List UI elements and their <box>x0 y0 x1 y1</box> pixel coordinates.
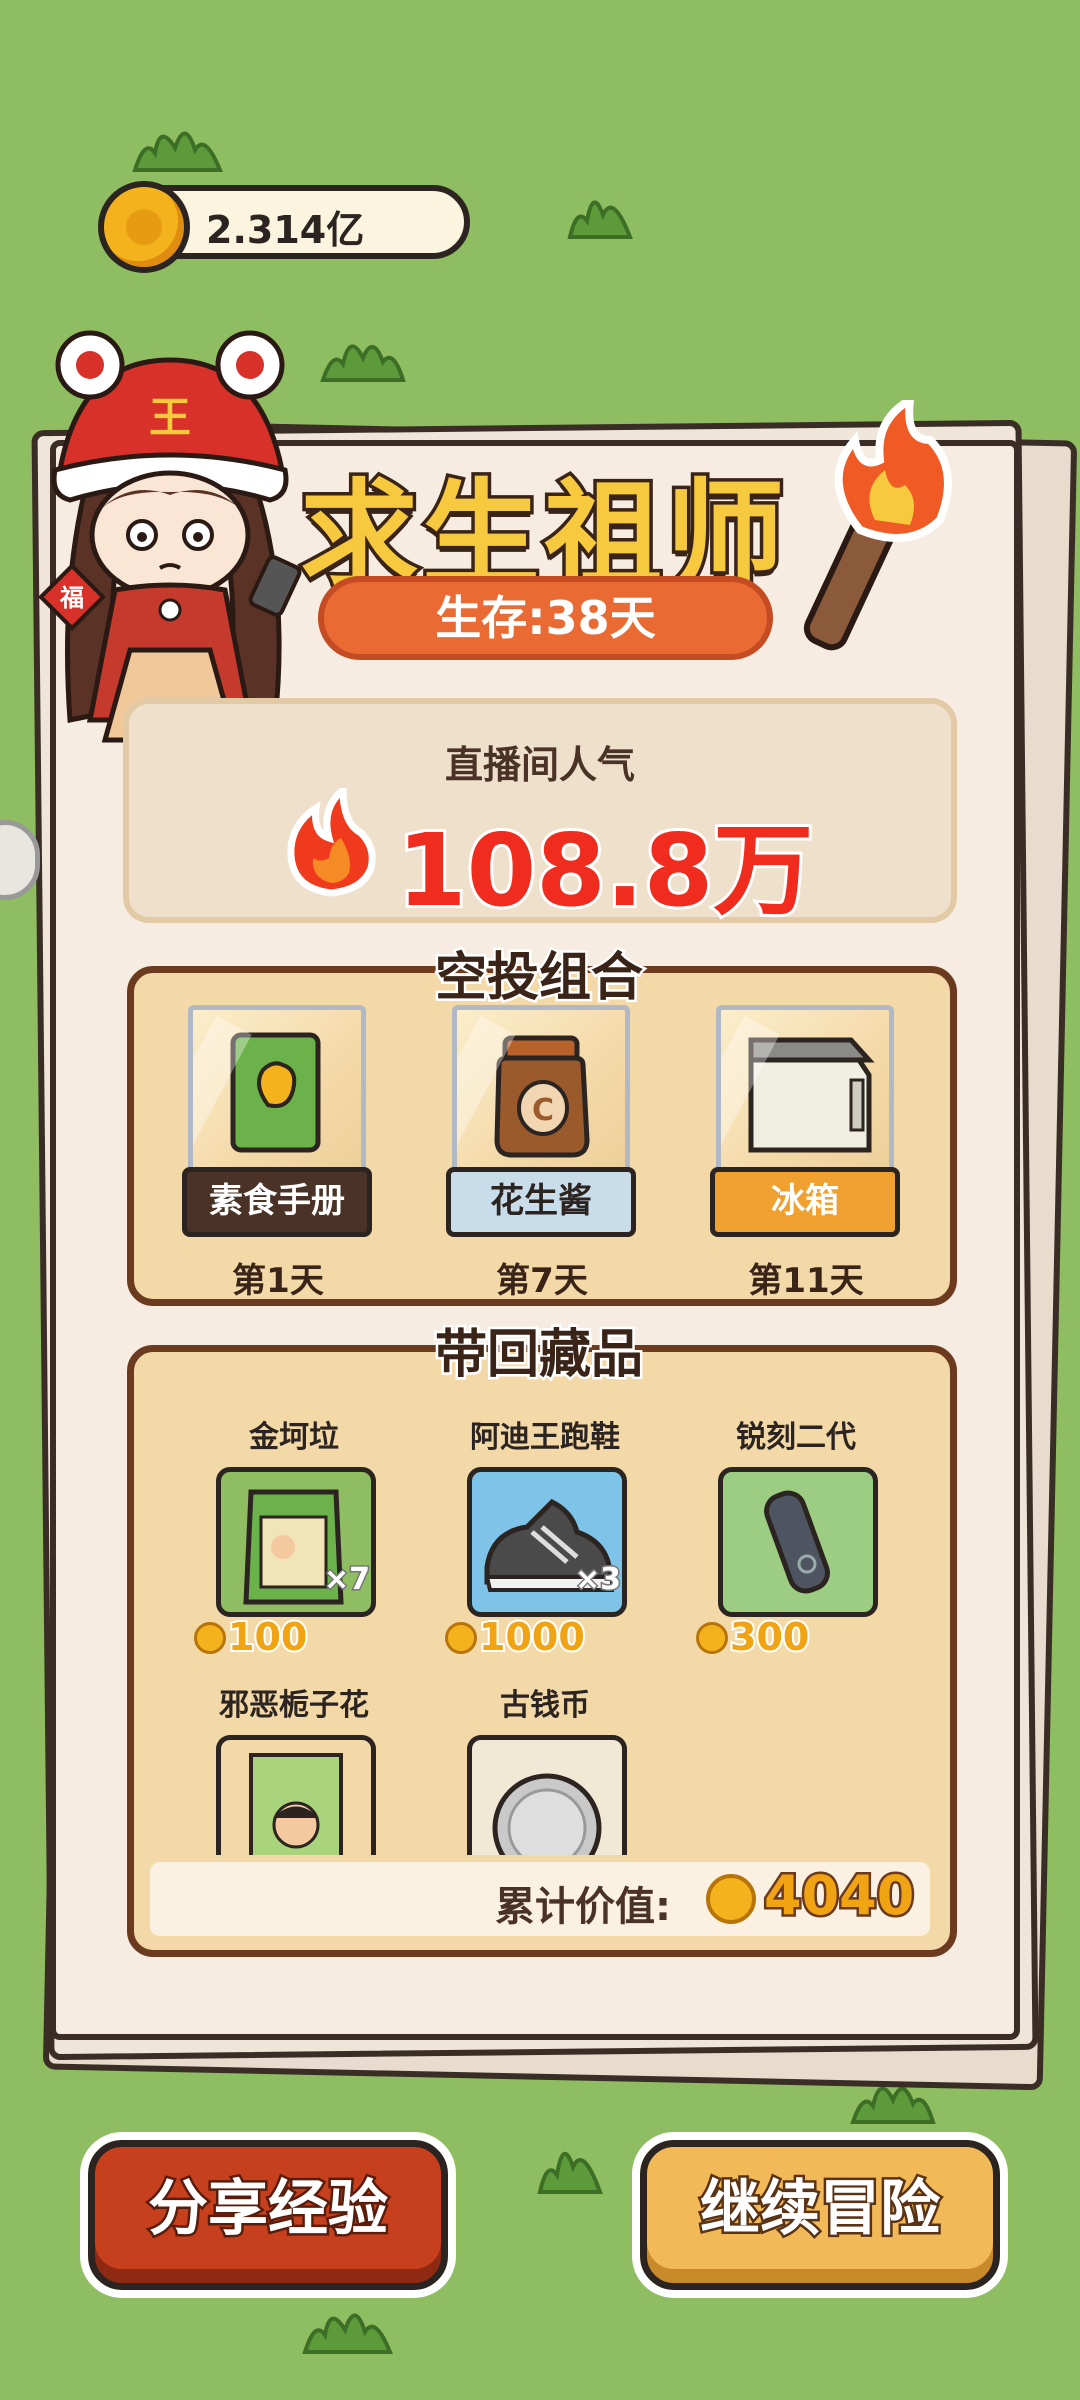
item-price-value: 100 <box>226 1613 309 1661</box>
grass-decoration <box>130 118 225 173</box>
item-picture <box>718 1467 878 1617</box>
gold-coin-icon <box>98 181 190 273</box>
item-label: 花生酱 <box>446 1167 636 1237</box>
survival-days-badge: 生存:38天 <box>318 576 773 660</box>
item-slot <box>716 1005 894 1181</box>
item-slot: C <box>452 1005 630 1181</box>
torch-icon <box>800 392 970 664</box>
item-slot <box>188 1005 366 1181</box>
silver-coin-icon <box>492 1773 602 1855</box>
grass-decoration <box>565 185 635 240</box>
airdrop-item-vegetarian-manual[interactable]: 素食手册 第1天 <box>182 1005 372 1301</box>
airdrop-title: 空投组合 <box>432 946 645 1011</box>
day-label: 第7天 <box>496 1261 588 1301</box>
item-price: 300 <box>696 1613 811 1661</box>
coin-icon <box>706 1874 756 1924</box>
popularity-label: 直播间人气 <box>444 743 635 787</box>
day-label: 第11天 <box>748 1261 864 1301</box>
item-label: 冰箱 <box>710 1167 900 1237</box>
airdrop-item-fridge[interactable]: 冰箱 第11天 <box>710 1005 900 1301</box>
coin-icon <box>194 1622 226 1654</box>
item-name: 锐刻二代 <box>736 1420 856 1455</box>
svg-text:王: 王 <box>149 393 191 442</box>
grass-decoration <box>535 2135 605 2195</box>
item-label: 素食手册 <box>182 1167 372 1237</box>
item-price-value: 300 <box>728 1613 811 1661</box>
airdrop-item-peanut-butter[interactable]: C 花生酱 第7天 <box>446 1005 636 1301</box>
fire-icon <box>281 782 381 902</box>
total-value-bar: 累计价值: 4040 <box>150 1862 930 1936</box>
item-picture <box>216 1735 376 1855</box>
total-value-label: 累计价值: <box>495 1884 671 1930</box>
coin-amount: 2.314亿 <box>206 208 365 252</box>
fridge-icon <box>748 1037 875 1153</box>
continue-adventure-button[interactable]: 继续冒险 <box>632 2132 1008 2298</box>
coin-icon <box>445 1622 477 1654</box>
grass-decoration <box>318 328 408 383</box>
total-value: 4040 <box>761 1862 916 1930</box>
svg-text:C: C <box>532 1093 554 1128</box>
side-tab-icon[interactable] <box>0 820 40 900</box>
item-name: 古钱币 <box>500 1688 590 1723</box>
item-name: 邪恶栀子花 <box>219 1688 369 1723</box>
coin-icon <box>696 1622 728 1654</box>
day-label: 第1天 <box>232 1261 324 1301</box>
peanut-butter-jar-icon: C <box>494 1035 590 1158</box>
share-experience-button[interactable]: 分享经验 <box>80 2132 456 2298</box>
book-cover-icon <box>249 1753 343 1855</box>
item-price: 1000 <box>445 1613 587 1661</box>
popularity-value: 108.8万 <box>394 809 816 932</box>
e-cigarette-icon <box>764 1490 830 1594</box>
coin-counter: 2.314亿 <box>98 181 470 273</box>
svg-text:福: 福 <box>59 584 84 612</box>
item-price: 100 <box>194 1613 309 1661</box>
item-count: ×7 <box>322 1561 371 1599</box>
green-book-icon <box>230 1032 321 1153</box>
item-count: ×3 <box>573 1561 622 1599</box>
collection-title: 带回藏品 <box>432 1323 645 1388</box>
item-picture <box>467 1735 627 1855</box>
item-price-value: 1000 <box>477 1613 587 1661</box>
item-name: 金坷垃 <box>249 1420 339 1455</box>
popularity-panel: 直播间人气 108.8万 <box>123 698 957 932</box>
item-name: 阿迪王跑鞋 <box>470 1420 620 1455</box>
grass-decoration <box>300 2300 395 2355</box>
